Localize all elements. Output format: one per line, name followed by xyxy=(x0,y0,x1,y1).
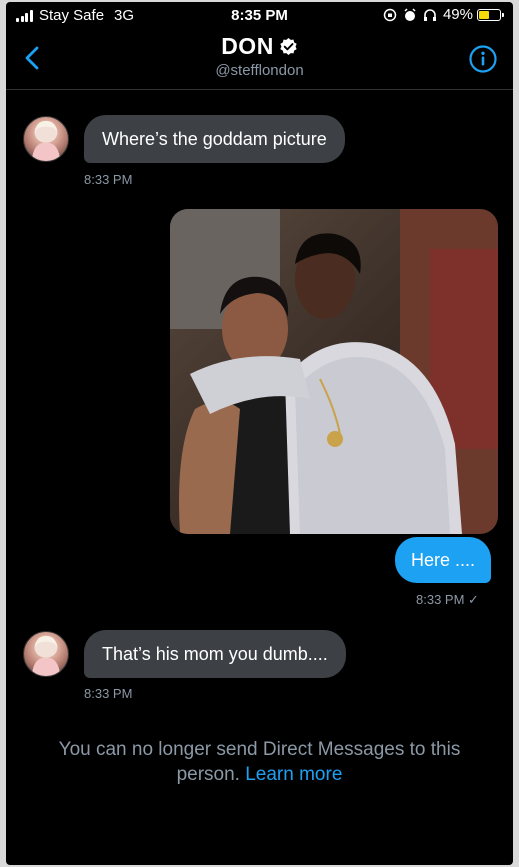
avatar[interactable] xyxy=(23,631,69,677)
title-block: DON @stefflondon xyxy=(6,33,513,79)
conversation-header: DON @stefflondon xyxy=(6,28,513,90)
headphones-icon xyxy=(423,8,436,21)
info-circle-icon[interactable] xyxy=(468,44,498,74)
message-timestamp: 8:33 PM xyxy=(84,686,133,701)
message-bubble-outgoing[interactable]: Here .... xyxy=(395,537,492,583)
dm-disabled-notice: You can no longer send Direct Messages t… xyxy=(26,737,493,787)
dm-screen: Stay Safe 3G 8:35 PM 49% DON @stefflondo… xyxy=(6,2,513,865)
battery-icon xyxy=(477,8,504,21)
alarm-icon xyxy=(404,7,416,21)
message-timestamp: 8:33 PM xyxy=(84,172,133,187)
orientation-lock-icon xyxy=(383,8,397,21)
battery-percent: 49% xyxy=(442,6,473,23)
user-handle: @stefflondon xyxy=(215,62,304,79)
status-bar: Stay Safe 3G 8:35 PM 49% xyxy=(6,2,513,28)
page-title: DON xyxy=(221,33,274,59)
status-right: 49% xyxy=(383,6,504,23)
learn-more-link[interactable]: Learn more xyxy=(245,764,342,785)
verified-badge-icon xyxy=(280,37,297,56)
message-bubble-incoming[interactable]: Where’s the goddam picture xyxy=(84,115,345,163)
message-timestamp-read: 8:33 PM ✓ xyxy=(416,592,479,607)
message-bubble-incoming[interactable]: That’s his mom you dumb.... xyxy=(84,630,346,678)
avatar[interactable] xyxy=(23,116,69,162)
shared-photo[interactable] xyxy=(170,209,498,534)
